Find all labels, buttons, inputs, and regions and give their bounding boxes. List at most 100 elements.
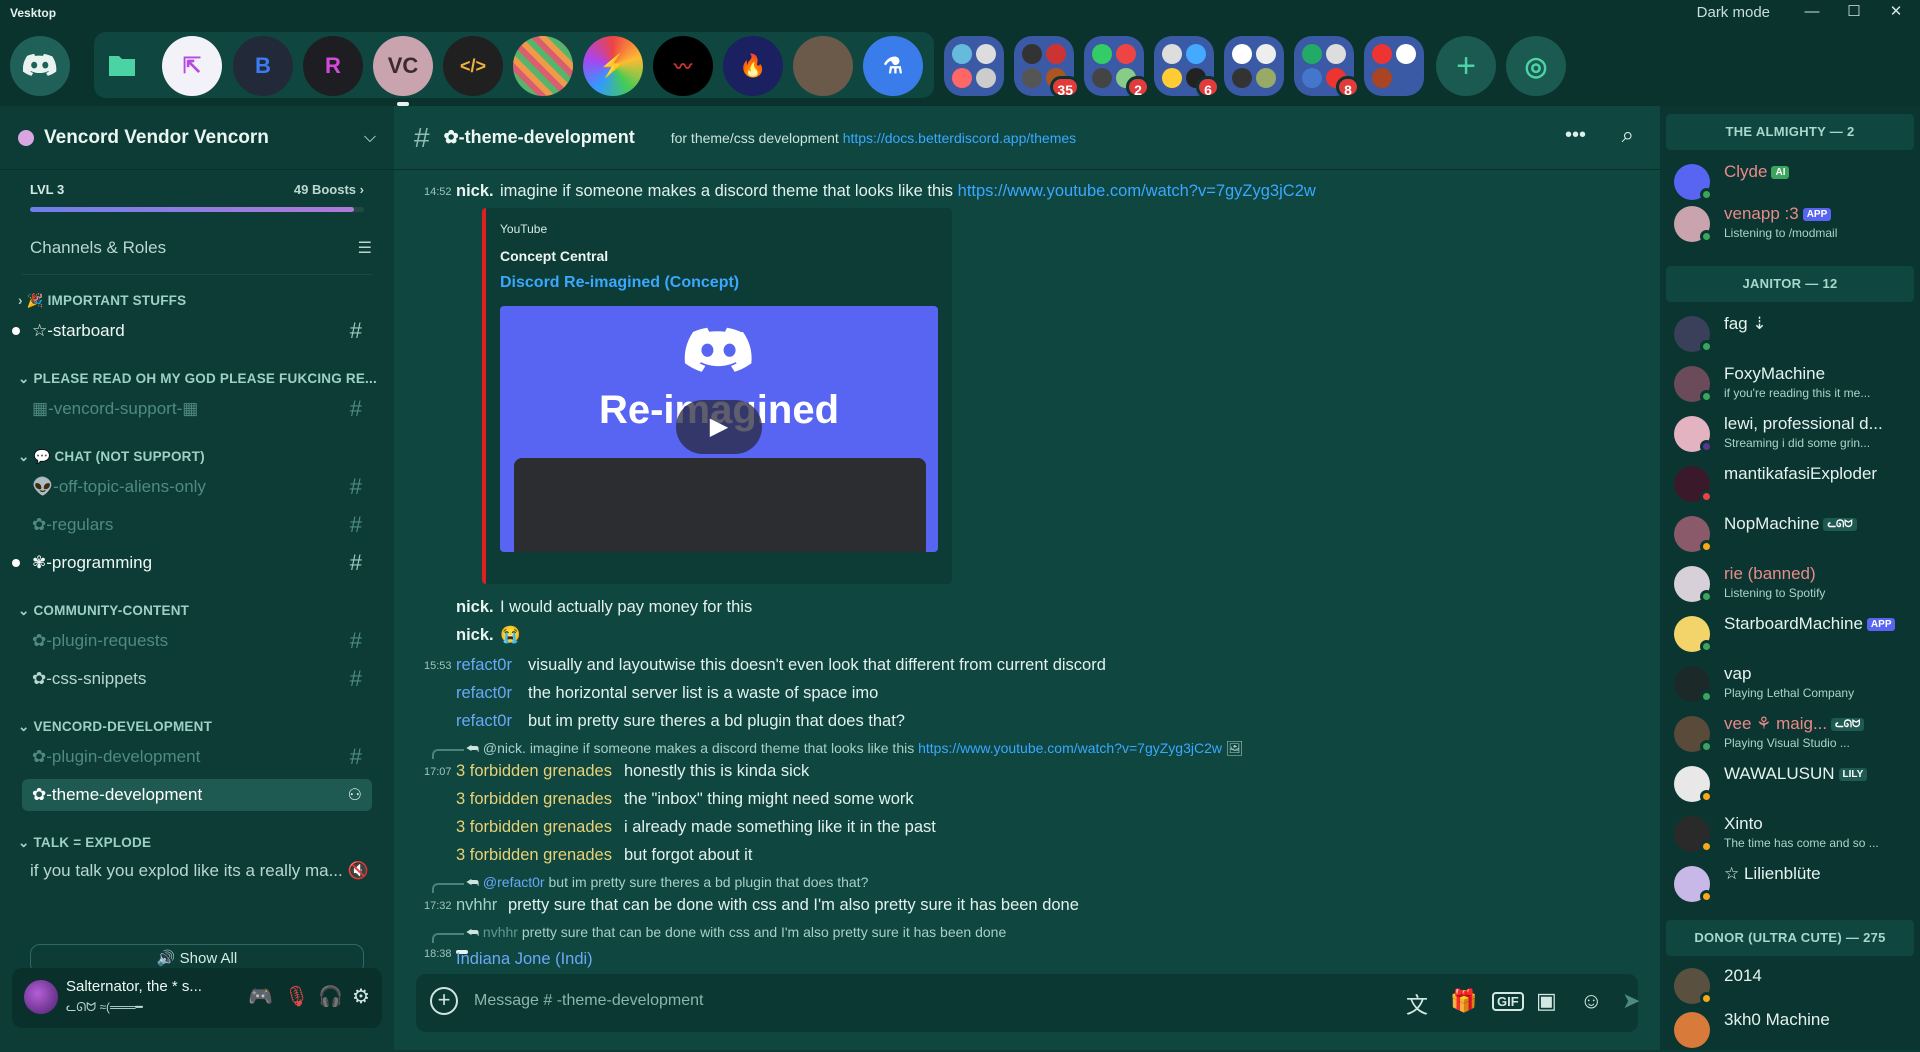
server-wave-icon[interactable]: 〰 bbox=[653, 36, 713, 96]
speaker-muted-icon: 🔇 bbox=[347, 861, 369, 880]
channel-plugin-development[interactable]: ✿ -plugin-development # bbox=[22, 741, 372, 773]
channel-theme-development[interactable]: ✿ -theme-development ⚇ bbox=[22, 779, 372, 811]
reply-preview[interactable]: ⮪ @refact0r but im pretty sure theres a … bbox=[431, 874, 868, 893]
minimize-icon[interactable]: — bbox=[1800, 2, 1824, 24]
close-icon[interactable]: ✕ bbox=[1884, 2, 1908, 24]
server-header[interactable]: Vencord Vendor Vencorn ⌵ bbox=[0, 106, 394, 170]
message-author[interactable]: nick. bbox=[456, 182, 494, 201]
hash-icon: # bbox=[349, 512, 362, 537]
member-item[interactable]: Xinto The time has come and so ... bbox=[1674, 812, 1914, 856]
mic-muted-icon[interactable]: 🎙 bbox=[284, 984, 309, 1009]
embed-title[interactable]: Discord Re-imagined (Concept) bbox=[500, 274, 739, 292]
reply-preview[interactable]: ⮪ @nick. imagine if someone makes a disc… bbox=[432, 740, 1244, 759]
server-cursor-icon[interactable]: ⇱ bbox=[162, 36, 222, 96]
avatar[interactable] bbox=[24, 980, 58, 1014]
server-plug-icon[interactable]: ⚡ bbox=[583, 36, 643, 96]
server-lab-icon[interactable]: ⚗ bbox=[863, 36, 923, 96]
talk-channel-preview[interactable]: if you talk you explod like its a really… bbox=[30, 861, 372, 881]
reply-preview[interactable]: ⮪ nvhhr pretty sure that can be done wit… bbox=[431, 924, 1006, 943]
channels-roles-label: Channels & Roles bbox=[30, 238, 167, 257]
folder-icon[interactable] bbox=[92, 36, 152, 96]
server-bar: ⇱ B R VC </> ⚡ 〰 🔥 ⚗ 35 2 6 8 + ◎ bbox=[0, 26, 1920, 106]
youtube-link[interactable]: https://www.youtube.com/watch?v=7gyZyg3j… bbox=[958, 182, 1316, 200]
add-server-icon[interactable]: + bbox=[1436, 36, 1496, 96]
explore-compass-icon[interactable]: ◎ bbox=[1506, 36, 1566, 96]
video-thumbnail[interactable]: Re-imagined ▶ bbox=[500, 306, 938, 552]
member-list: THE ALMIGHTY — 2 Clyde AI venapp :3 APP Li… bbox=[1660, 106, 1920, 1050]
user-panel: Salternator, the * s... ᓚᘏᗢ ≈(═══━ 🎮 🎙 🎧… bbox=[12, 968, 382, 1028]
search-icon[interactable]: ⌕ bbox=[1622, 122, 1634, 148]
channels-roles-item[interactable]: Channels & Roles ☰ bbox=[30, 238, 372, 258]
member-item[interactable]: WAWALUSUN LILY bbox=[1674, 762, 1914, 806]
member-item[interactable]: NopMachine ᓚᘏᗢ bbox=[1674, 512, 1914, 556]
server-vc-icon[interactable]: VC bbox=[373, 36, 433, 106]
headphones-icon[interactable]: 🎧 bbox=[318, 984, 343, 1009]
translate-icon[interactable]: 文 bbox=[1406, 988, 1428, 1020]
member-item[interactable]: FoxyMachine if you're reading this it me… bbox=[1674, 362, 1914, 406]
gif-icon[interactable]: GIF bbox=[1492, 992, 1524, 1011]
server-code-icon[interactable]: </> bbox=[443, 36, 503, 96]
server-folder-4[interactable]: 6 bbox=[1154, 36, 1220, 98]
member-item[interactable]: StarboardMachine APP bbox=[1674, 612, 1914, 656]
member-item[interactable]: venapp :3 APP Listening to /modmail bbox=[1674, 202, 1914, 246]
send-icon[interactable]: ➤ bbox=[1622, 988, 1640, 1014]
server-folder-3[interactable]: 2 bbox=[1084, 36, 1150, 98]
user-name: Salternator, the * s... bbox=[66, 978, 202, 995]
dark-mode-toggle[interactable]: Dark mode bbox=[1697, 4, 1770, 21]
channel-programming[interactable]: ✾ -programming # bbox=[12, 547, 372, 579]
channel-vencord-support[interactable]: ▦ -vencord-support- ▦ # bbox=[22, 393, 372, 425]
member-item[interactable]: rie (banned) Listening to Spotify bbox=[1674, 562, 1914, 606]
member-item[interactable]: mantikafasiExploder bbox=[1674, 462, 1914, 506]
channel-css-snippets[interactable]: ✿ -css-snippets # bbox=[22, 663, 372, 695]
category-important[interactable]: › 🎉 IMPORTANT STUFFS bbox=[18, 293, 394, 309]
server-folder-5[interactable] bbox=[1224, 36, 1284, 96]
unread-dot bbox=[12, 559, 20, 567]
server-r-icon[interactable]: R bbox=[303, 36, 363, 96]
server-photo-icon[interactable] bbox=[793, 36, 853, 96]
member-item[interactable]: 2014 bbox=[1674, 964, 1914, 1008]
mention-badge: 6 bbox=[1196, 76, 1220, 98]
emoji-icon[interactable]: ☺ bbox=[1580, 988, 1602, 1014]
settings-gear-icon[interactable]: ⚙ bbox=[352, 984, 370, 1009]
channel-plugin-requests[interactable]: ✿ -plugin-requests # bbox=[22, 625, 372, 657]
member-item[interactable]: vee ⚘ maig... ᓚᘏᗢ Playing Visual Studio .… bbox=[1674, 712, 1914, 756]
category-vencord-development[interactable]: ⌄ VENCORD-DEVELOPMENT bbox=[18, 719, 394, 735]
gamepad-icon[interactable]: 🎮 bbox=[248, 984, 273, 1009]
boost-progress[interactable]: LVL 3 49 Boosts › bbox=[0, 170, 394, 212]
server-b-icon[interactable]: B bbox=[233, 36, 293, 96]
member-item[interactable]: 3kh0 Machine bbox=[1674, 1008, 1914, 1052]
maximize-icon[interactable]: ☐ bbox=[1842, 2, 1866, 24]
server-name: Vencord Vendor Vencorn bbox=[44, 126, 269, 148]
add-member-icon[interactable]: ⚇ bbox=[348, 785, 362, 805]
channel-off-topic[interactable]: 👽 -off-topic-aliens-only # bbox=[22, 471, 372, 503]
member-item[interactable]: Clyde AI bbox=[1674, 160, 1914, 204]
message-input[interactable]: Message # -theme-development bbox=[474, 992, 703, 1010]
server-folder-7[interactable] bbox=[1364, 36, 1424, 96]
member-item[interactable]: vap Playing Lethal Company bbox=[1674, 662, 1914, 706]
server-flame-icon[interactable]: 🔥 bbox=[723, 36, 783, 96]
member-item[interactable]: fag ⇣ bbox=[1674, 312, 1914, 356]
category-talk-explode[interactable]: ⌄ TALK = EXPLODE bbox=[18, 835, 394, 851]
image-icon: 🖼 bbox=[1225, 740, 1244, 756]
category-please-read[interactable]: ⌄ PLEASE READ OH MY GOD PLEASE FUKCING R… bbox=[18, 371, 394, 387]
attach-plus-icon[interactable]: + bbox=[430, 987, 458, 1015]
member-item[interactable]: lewi, professional d... Streaming i did … bbox=[1674, 412, 1914, 456]
channel-regulars[interactable]: ✿ -regulars # bbox=[22, 509, 372, 541]
server-folder-1[interactable] bbox=[944, 36, 1004, 96]
discord-home-icon[interactable] bbox=[10, 36, 70, 96]
gift-icon[interactable]: 🎁 bbox=[1450, 988, 1477, 1014]
member-item[interactable]: ☆ Lilienblüte bbox=[1674, 862, 1914, 906]
server-folder-2[interactable]: 35 bbox=[1014, 36, 1080, 98]
server-folder-6[interactable]: 8 bbox=[1294, 36, 1360, 98]
hash-icon: # bbox=[349, 666, 362, 691]
topic-link[interactable]: https://docs.betterdiscord.app/themes bbox=[843, 130, 1076, 146]
channel-topic: for theme/css development https://docs.b… bbox=[670, 129, 1077, 146]
channel-starboard[interactable]: ☆ -starboard # bbox=[12, 315, 372, 347]
embed-author[interactable]: Concept Central bbox=[500, 248, 608, 264]
play-icon[interactable]: ▶ bbox=[676, 400, 762, 454]
category-chat[interactable]: ⌄ 💬 CHAT (NOT SUPPORT) bbox=[18, 449, 394, 465]
sticker-icon[interactable]: ▣ bbox=[1536, 988, 1557, 1014]
more-options-icon[interactable]: ••• bbox=[1565, 124, 1586, 147]
category-community[interactable]: ⌄ COMMUNITY-CONTENT bbox=[18, 603, 394, 619]
server-striped-icon[interactable] bbox=[513, 36, 573, 96]
